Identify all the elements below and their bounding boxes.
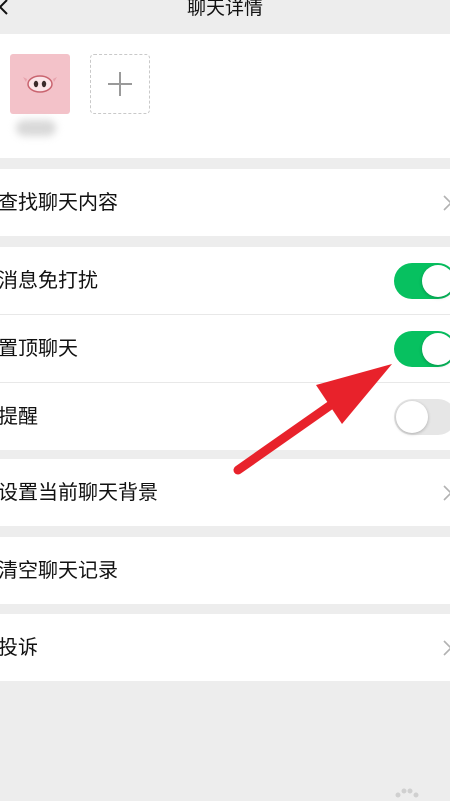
clear-history-row[interactable]: 清空聊天记录 (0, 537, 450, 604)
remind-toggle[interactable] (394, 399, 450, 435)
member-name-blurred (16, 120, 56, 136)
report-row[interactable]: 投诉 (0, 614, 450, 681)
chevron-right-icon (443, 195, 450, 211)
report-label: 投诉 (0, 635, 38, 659)
settings-toggles-group: 消息免打扰 置顶聊天 提醒 (0, 247, 450, 450)
toggle-knob (422, 333, 450, 365)
pig-face-icon (23, 75, 57, 93)
report-group: 投诉 (0, 614, 450, 681)
member-avatar[interactable] (10, 54, 70, 114)
sticky-row: 置顶聊天 (0, 315, 450, 383)
chat-background-label: 设置当前聊天背景 (0, 480, 158, 504)
nav-bar: 聊天详情 (0, 0, 450, 30)
search-group: 查找聊天内容 (0, 169, 450, 236)
page-title: 聊天详情 (186, 0, 263, 19)
mute-label: 消息免打扰 (0, 268, 98, 292)
clear-group: 清空聊天记录 (0, 537, 450, 604)
search-chat-row[interactable]: 查找聊天内容 (0, 169, 450, 236)
watermark-paw-icon (395, 788, 419, 798)
members-panel (0, 34, 450, 158)
add-member-button[interactable] (90, 54, 150, 114)
chevron-right-icon (443, 485, 450, 501)
mute-toggle[interactable] (394, 263, 450, 299)
remind-label: 提醒 (0, 404, 38, 428)
remind-row: 提醒 (0, 383, 450, 450)
toggle-knob (396, 401, 428, 433)
background-group: 设置当前聊天背景 (0, 459, 450, 526)
chevron-right-icon (443, 640, 450, 656)
chat-background-row[interactable]: 设置当前聊天背景 (0, 459, 450, 526)
plus-icon (108, 72, 132, 96)
search-chat-label: 查找聊天内容 (0, 190, 118, 214)
toggle-knob (422, 265, 450, 297)
sticky-toggle[interactable] (394, 331, 450, 367)
sticky-label: 置顶聊天 (0, 336, 78, 360)
clear-history-label: 清空聊天记录 (0, 558, 118, 582)
mute-row: 消息免打扰 (0, 247, 450, 315)
